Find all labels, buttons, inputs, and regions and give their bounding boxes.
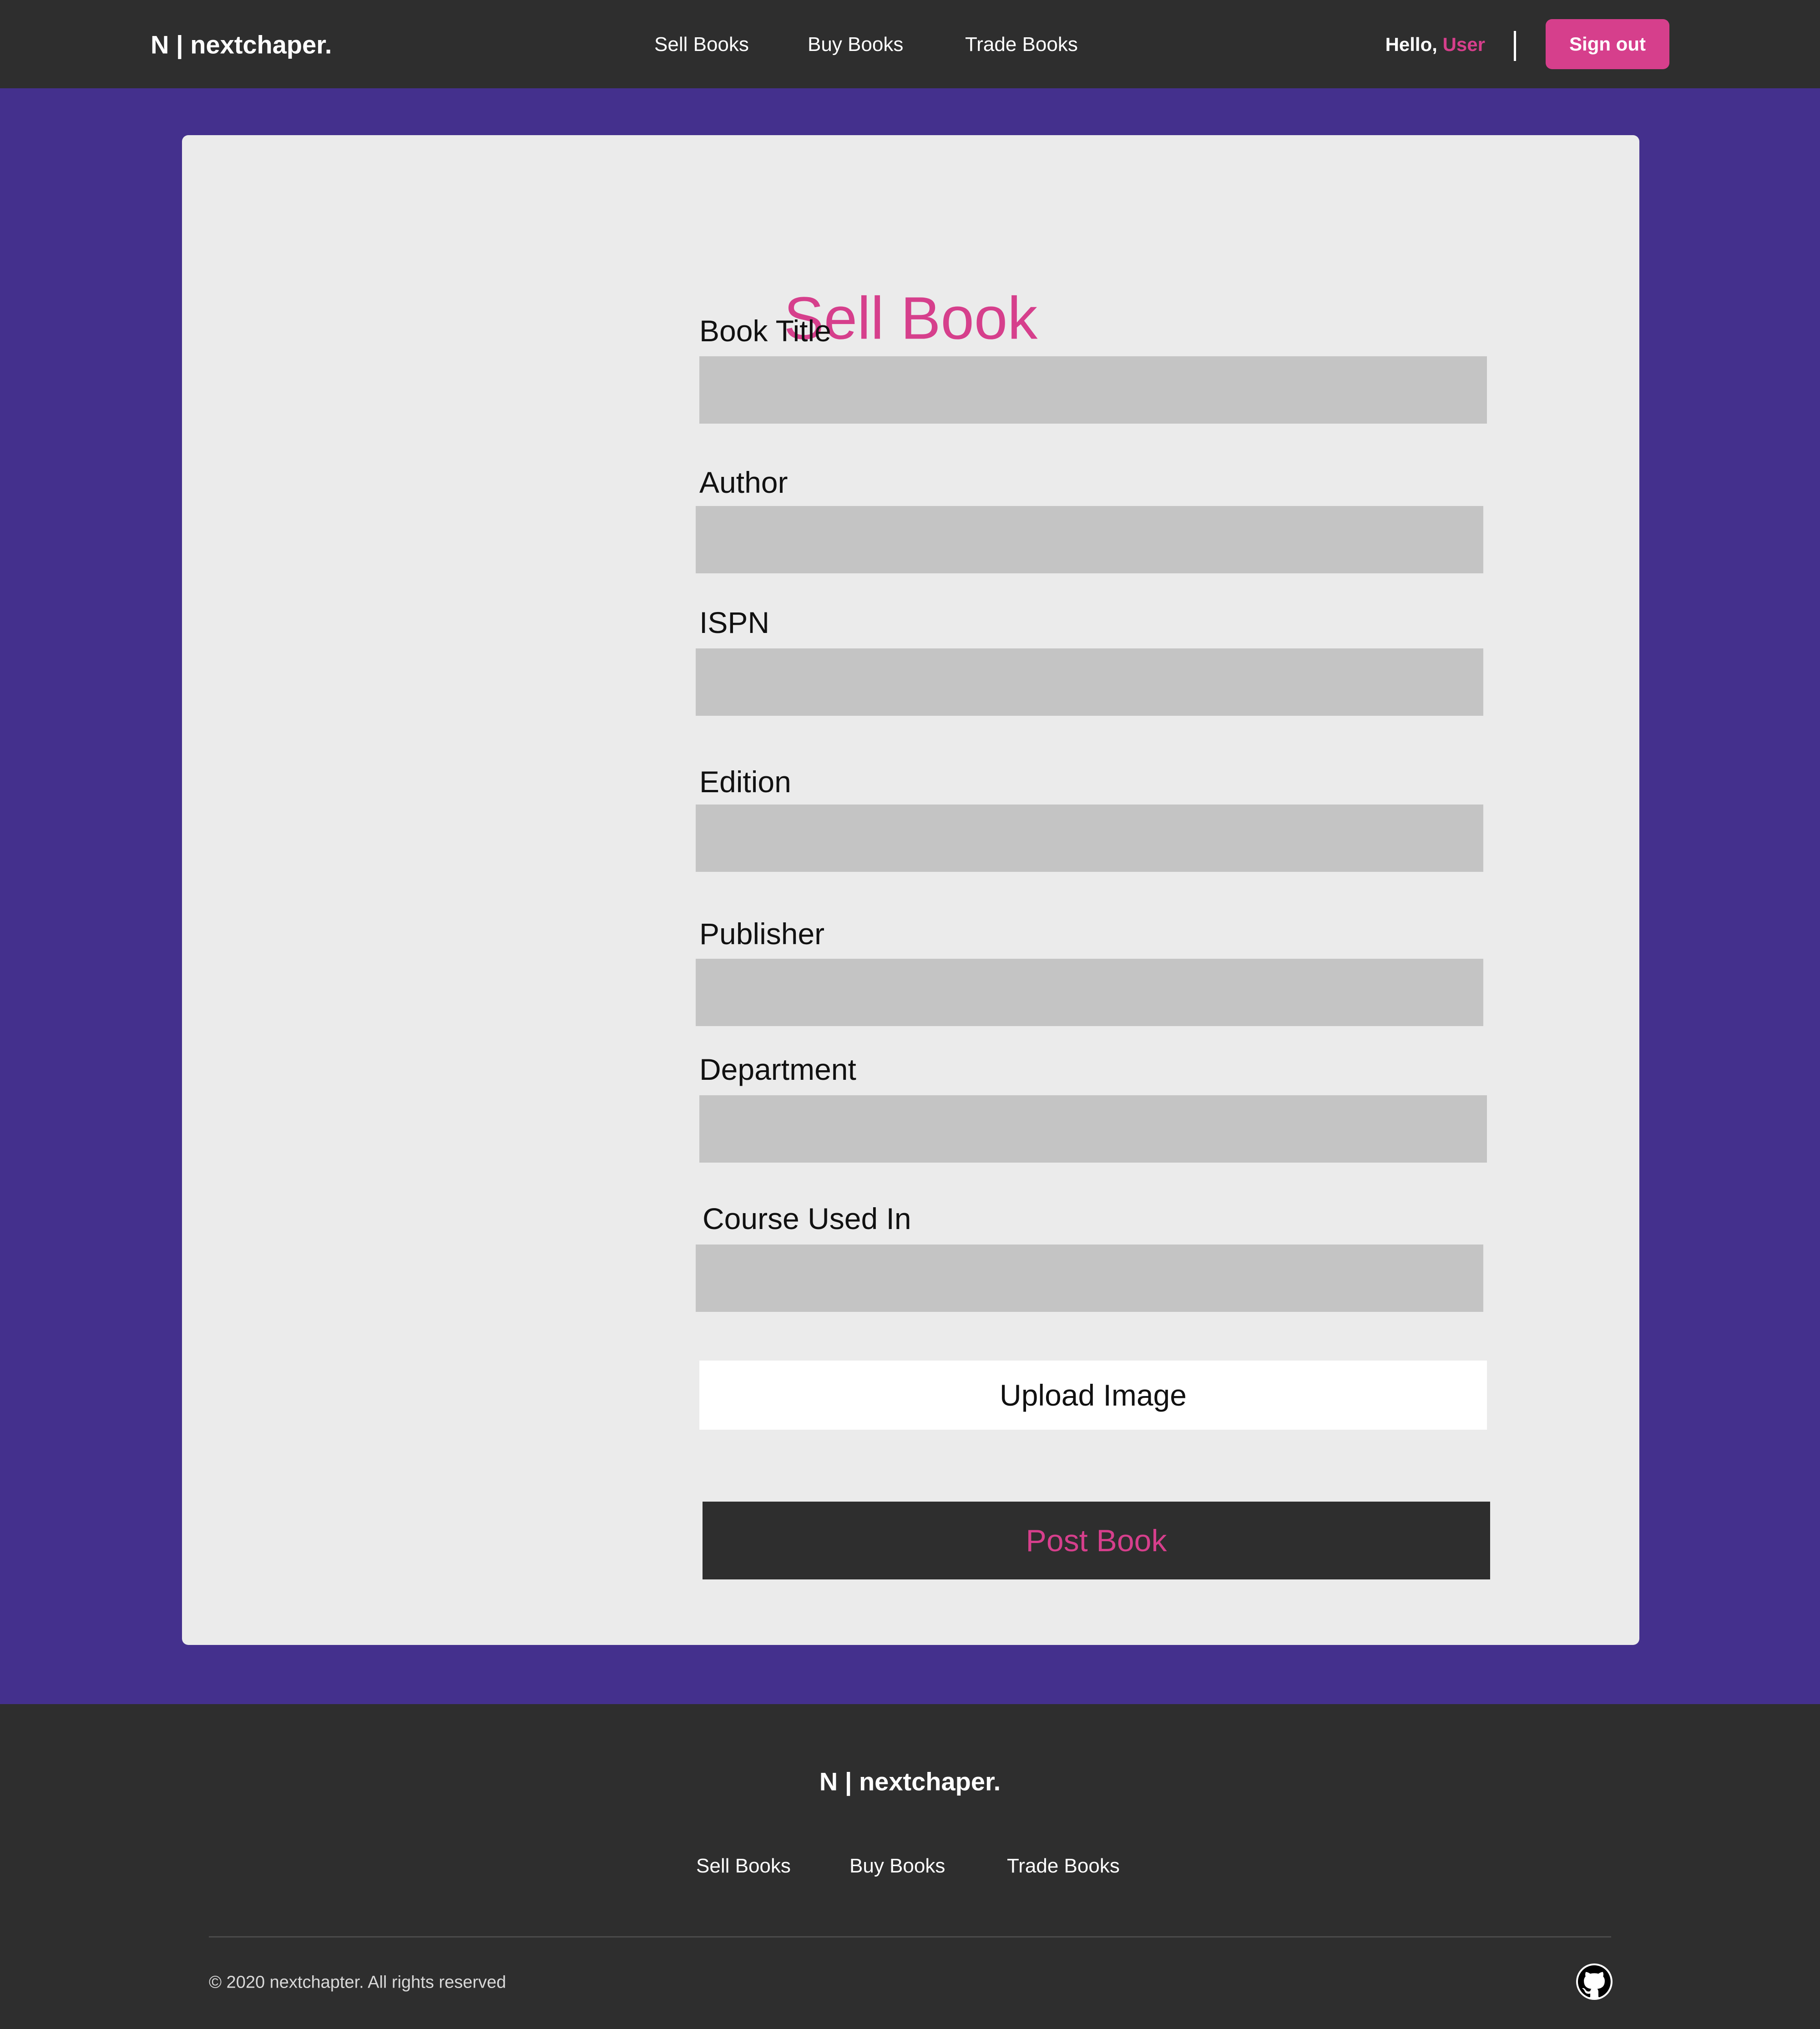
course-used-in-input[interactable]	[696, 1245, 1483, 1312]
book-title-label: Book Title	[699, 314, 831, 348]
footer-nav-trade-books[interactable]: Trade Books	[1007, 1855, 1120, 1877]
copyright-text: © 2020 nextchapter. All rights reserved	[209, 1973, 506, 1992]
publisher-label: Publisher	[699, 917, 825, 951]
footer-brand-logo[interactable]: N | nextchaper.	[0, 1767, 1820, 1796]
publisher-input[interactable]	[696, 959, 1483, 1026]
ispn-label: ISPN	[699, 606, 770, 639]
greeting-prefix: Hello,	[1385, 34, 1443, 55]
edition-label: Edition	[699, 765, 791, 799]
nav-sell-books[interactable]: Sell Books	[654, 33, 749, 56]
department-input[interactable]	[699, 1095, 1487, 1163]
user-greeting: Hello, User	[1385, 34, 1485, 56]
author-input[interactable]	[696, 506, 1483, 573]
footer-divider	[209, 1936, 1611, 1938]
post-book-button[interactable]: Post Book	[703, 1502, 1490, 1579]
footer: N | nextchaper. Sell Books Buy Books Tra…	[0, 1704, 1820, 2029]
edition-input[interactable]	[696, 805, 1483, 872]
ispn-input[interactable]	[696, 648, 1483, 716]
sign-out-button[interactable]: Sign out	[1546, 19, 1669, 69]
nav-buy-books[interactable]: Buy Books	[808, 33, 903, 56]
upload-image-button[interactable]: Upload Image	[699, 1361, 1487, 1430]
department-label: Department	[699, 1052, 856, 1086]
github-icon[interactable]	[1576, 1963, 1613, 2000]
author-label: Author	[699, 466, 788, 499]
nav-trade-books[interactable]: Trade Books	[965, 33, 1078, 56]
page-title: Sell Book	[784, 284, 1038, 352]
sell-book-form-card: Sell Book Book Title Author ISPN Edition…	[182, 135, 1639, 1645]
brand-logo[interactable]: N | nextchaper.	[151, 30, 332, 60]
username: User	[1442, 34, 1485, 55]
footer-nav-sell-books[interactable]: Sell Books	[696, 1855, 791, 1877]
top-navbar: N | nextchaper. Sell Books Buy Books Tra…	[0, 0, 1820, 88]
course-used-in-label: Course Used In	[703, 1202, 911, 1235]
footer-nav-buy-books[interactable]: Buy Books	[849, 1855, 945, 1877]
header-divider	[1514, 31, 1516, 61]
book-title-input[interactable]	[699, 356, 1487, 424]
